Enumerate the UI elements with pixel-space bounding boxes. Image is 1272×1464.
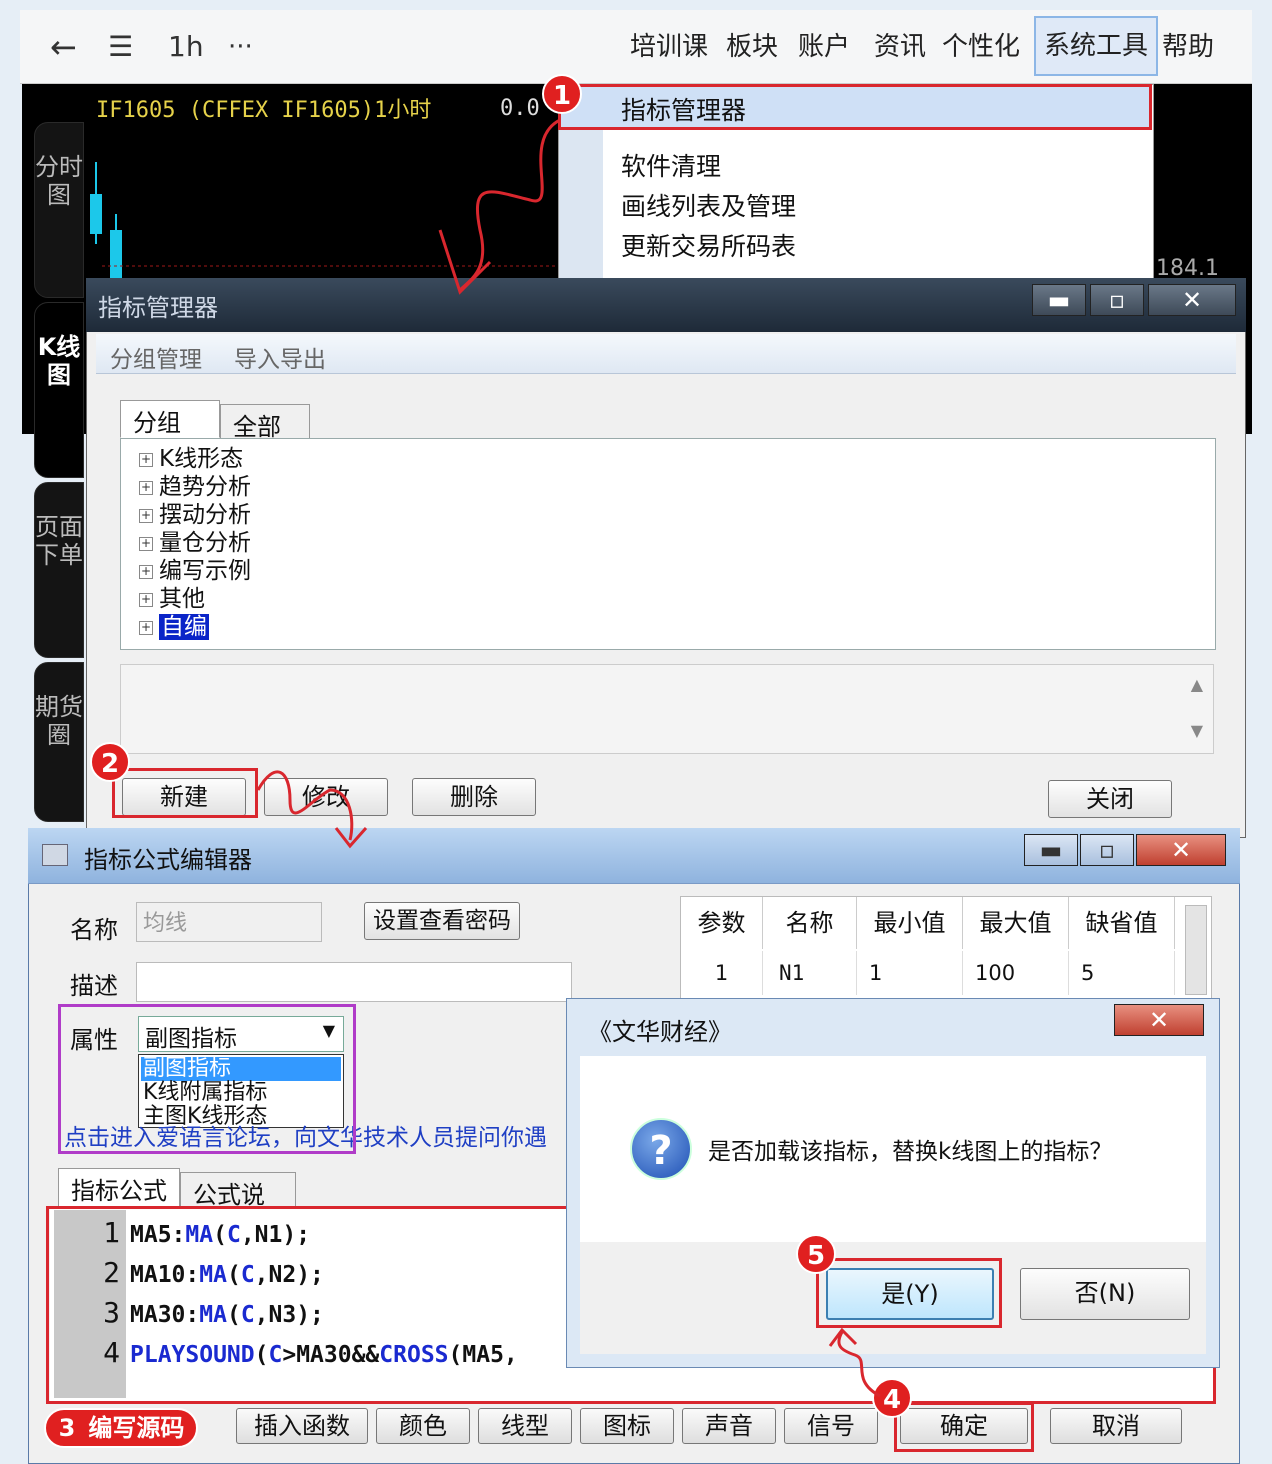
- annotation-arrows: [256, 118, 881, 1398]
